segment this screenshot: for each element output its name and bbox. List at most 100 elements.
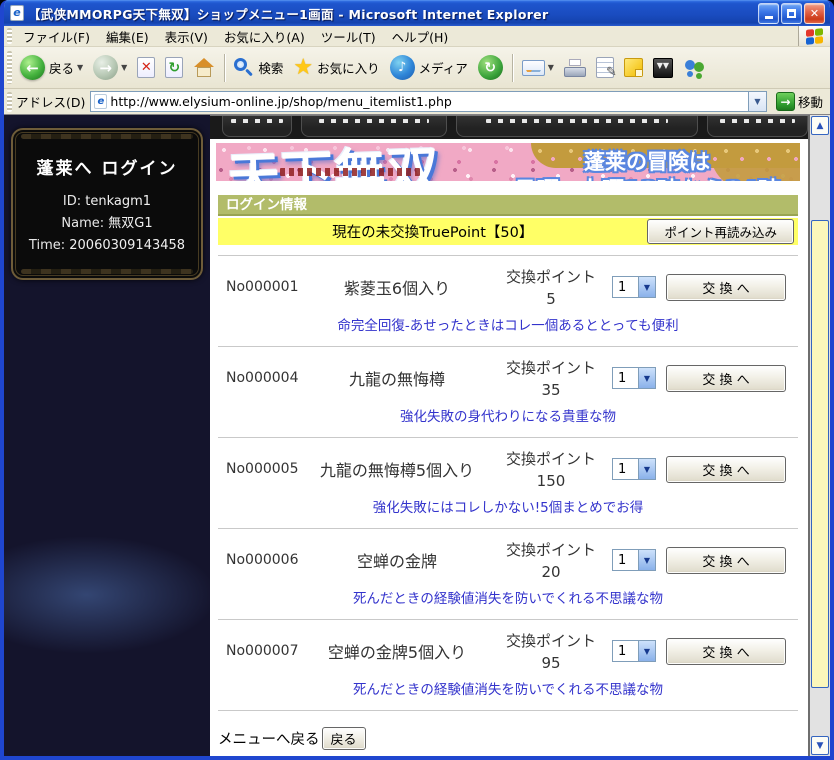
search-icon [234,58,254,78]
refresh-button[interactable]: ↻ [160,55,188,80]
url-input[interactable] [110,94,748,109]
scroll-up-button[interactable]: ▲ [811,116,829,135]
exchange-button[interactable]: 交 換 へ [666,456,786,483]
select-arrow-icon[interactable]: ▼ [638,277,655,297]
back-dropdown-icon[interactable]: ▼ [77,63,83,72]
quantity-select[interactable]: 1 ▼ [612,458,656,480]
quantity-select[interactable]: 1 ▼ [612,367,656,389]
stop-button[interactable]: ✕ [132,55,160,80]
quantity-select[interactable]: 1 ▼ [612,549,656,571]
truepoint-text: 現在の未交換TruePoint【50】 [218,221,647,242]
ie-page-icon: e [94,94,107,109]
close-button[interactable]: ✕ [804,3,825,24]
scrollbar-track[interactable] [811,136,829,735]
forward-dropdown-icon[interactable]: ▼ [121,63,127,72]
item-row: No000007 空蝉の金牌5個入り 交換ポイント 95 1 ▼ 交 換 へ [218,620,798,672]
item-number: No000005 [218,461,304,477]
item-name: 九龍の無悔樽5個入り [304,457,490,481]
minimize-button[interactable] [758,3,779,24]
item-description: 死んだときの経験値消失を防いでくれる不思議な物 [218,672,798,700]
history-icon: ↻ [478,55,503,80]
item-points: 交換ポイント 95 [490,630,612,672]
toolbar-grip[interactable] [7,92,12,112]
back-to-menu-label: メニューへ戻る [218,728,320,749]
login-time-row: Time: 20060309143458 [13,235,201,257]
item-list: No000001 紫菱玉6個入り 交換ポイント 5 1 ▼ 交 換 へ 命完全回… [218,256,798,711]
maximize-button[interactable] [781,3,802,24]
home-button[interactable] [188,56,220,80]
forward-button[interactable]: → ▼ [88,53,132,82]
mail-button[interactable]: ▼ [517,58,559,78]
back-button[interactable]: ← 戻る▼ [15,53,88,82]
media-button[interactable]: ♪ メディア [385,53,473,82]
select-arrow-icon[interactable]: ▼ [638,368,655,388]
page-content: 蓬莱へ ログイン ID: tenkagm1 Name: 無双G1 Time: 2… [4,115,830,756]
address-dropdown-icon[interactable]: ▼ [748,92,766,111]
ie-document-icon: e [10,5,24,21]
maximize-icon [787,9,796,18]
scroll-down-button[interactable]: ▼ [811,736,829,755]
select-arrow-icon[interactable]: ▼ [638,459,655,479]
back-to-menu-button[interactable]: 戻る [322,727,366,750]
login-id-row: ID: tenkagm1 [13,191,201,213]
mail-dropdown-icon[interactable]: ▼ [548,63,554,72]
item-qty-cell: 1 ▼ [612,640,666,662]
item-number: No000007 [218,643,304,659]
reload-points-button[interactable]: ポイント再読み込み [647,219,794,244]
top-navigation [210,116,808,139]
print-button[interactable] [559,57,591,79]
address-label: アドレス(D) [16,92,85,111]
menu-bar: ファイル(F) 編集(E) 表示(V) お気に入り(A) ツール(T) ヘルプ(… [4,26,830,47]
menu-edit[interactable]: 編集(E) [98,25,157,48]
favorites-star-icon: ★ [293,58,313,78]
item-action-cell: 交 換 へ [666,274,798,301]
download-manager-button[interactable]: ▼▼ [648,56,678,80]
search-button[interactable]: 検索 [229,56,288,80]
top-nav-button[interactable] [301,116,447,137]
exchange-button[interactable]: 交 換 へ [666,547,786,574]
go-arrow-icon: → [776,92,795,111]
messenger-icon [683,58,707,78]
exchange-button[interactable]: 交 換 へ [666,365,786,392]
messenger-button[interactable] [678,56,712,80]
double-chevron-icon: ▼▼ [653,58,673,78]
go-button[interactable]: → 移動 [772,91,827,112]
select-arrow-icon[interactable]: ▼ [638,550,655,570]
item-action-cell: 交 換 へ [666,638,798,665]
browser-window: e 【武侠MMORPG天下無双】ショップメニュー1画面 - Microsoft … [0,0,834,760]
top-nav-button[interactable] [456,116,697,137]
menu-help[interactable]: ヘルプ(H) [384,25,457,48]
item-points: 交換ポイント 20 [490,539,612,581]
select-arrow-icon[interactable]: ▼ [638,641,655,661]
top-nav-button[interactable] [222,116,292,137]
top-nav-button[interactable] [707,116,808,137]
item-action-cell: 交 換 へ [666,365,798,392]
address-bar: アドレス(D) e ▼ → 移動 [4,89,830,115]
item-name: 空蝉の金牌 [304,548,490,572]
scrollbar-thumb[interactable] [811,220,829,688]
item-description: 強化失敗の身代わりになる貴重な物 [218,399,798,427]
exchange-button[interactable]: 交 換 へ [666,638,786,665]
item-description: 命完全回復-あせったときはコレ一個あるととっても便利 [218,308,798,336]
mail-icon [522,60,545,76]
toolbar-grip[interactable] [7,28,12,44]
quantity-select[interactable]: 1 ▼ [612,276,656,298]
exchange-button[interactable]: 交 換 へ [666,274,786,301]
menu-file[interactable]: ファイル(F) [15,25,98,48]
menu-view[interactable]: 表示(V) [157,25,216,48]
menu-favorites[interactable]: お気に入り(A) [216,25,313,48]
login-panel: 蓬莱へ ログイン ID: tenkagm1 Name: 無双G1 Time: 2… [11,128,203,280]
quantity-select[interactable]: 1 ▼ [612,640,656,662]
edit-button[interactable] [591,55,619,80]
points-value: 20 [490,563,612,581]
history-button[interactable]: ↻ [473,53,508,82]
favorites-button[interactable]: ★ お気に入り [288,56,384,80]
discuss-button[interactable] [619,56,648,79]
item-points: 交換ポイント 150 [490,448,612,490]
toolbar-grip[interactable] [7,51,12,84]
title-bar: e 【武侠MMORPG天下無双】ショップメニュー1画面 - Microsoft … [4,0,830,26]
media-icon: ♪ [390,55,415,80]
menu-tools[interactable]: ツール(T) [313,25,384,48]
item-qty-cell: 1 ▼ [612,549,666,571]
item-points: 交換ポイント 35 [490,357,612,399]
